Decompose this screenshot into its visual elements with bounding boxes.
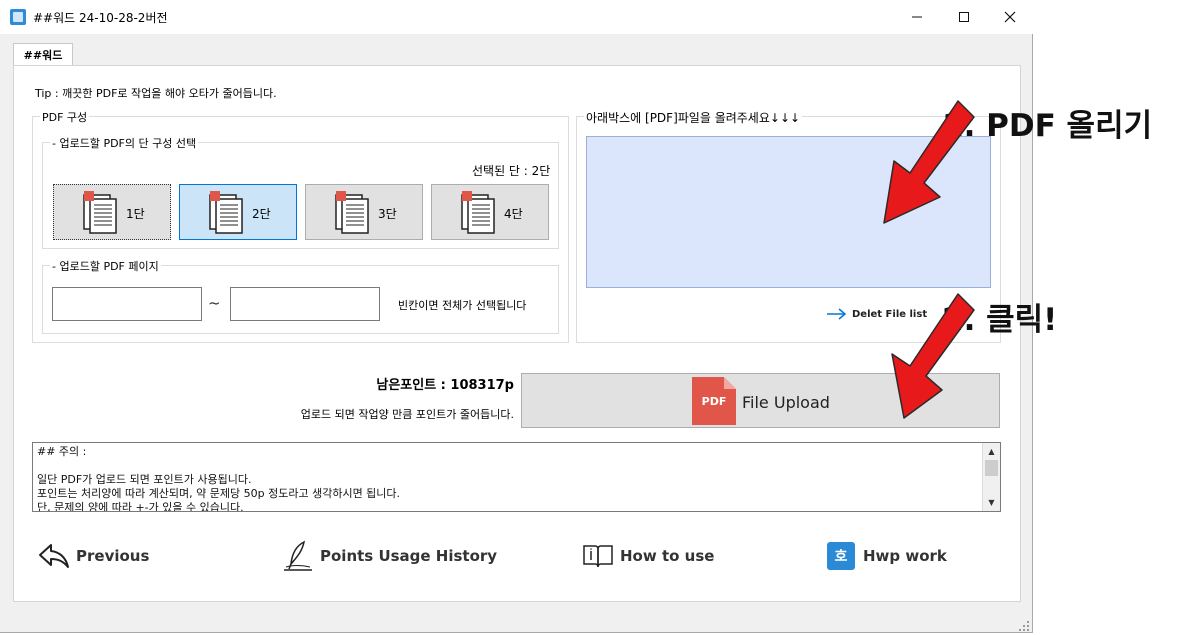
columns-legend: - 업로드할 PDF의 단 구성 선택 bbox=[50, 135, 199, 151]
points-note: 업로드 되면 작업양 만큼 포인트가 줄어듭니다. bbox=[300, 408, 514, 421]
column-2-button[interactable]: 2단 bbox=[179, 184, 297, 240]
document-icon bbox=[335, 191, 369, 234]
file-upload-label: File Upload bbox=[742, 393, 830, 412]
how-to-use-label: How to use bbox=[620, 547, 715, 565]
maximize-icon bbox=[959, 12, 969, 22]
reply-arrow-icon bbox=[39, 544, 69, 568]
title-bar: ##워드 24-10-28-2버전 bbox=[0, 0, 1033, 34]
pdf-badge-label: PDF bbox=[701, 395, 727, 408]
notes-text: ## 주의 : 일단 PDF가 업로드 되면 포인트가 사용됩니다. 포인트는 … bbox=[37, 445, 401, 512]
scroll-thumb[interactable] bbox=[985, 460, 998, 476]
remaining-points: 남은포인트 : 108317p bbox=[376, 378, 514, 393]
selected-columns-label: 선택된 단 : 2단 bbox=[472, 164, 551, 178]
minimize-button[interactable] bbox=[894, 0, 940, 34]
close-button[interactable] bbox=[987, 0, 1033, 34]
column-2-label: 2단 bbox=[252, 207, 271, 221]
page-from-input[interactable] bbox=[52, 287, 202, 321]
red-arrow-icon-upload bbox=[883, 100, 975, 224]
page-range-separator: ~ bbox=[208, 294, 221, 312]
close-icon bbox=[1004, 11, 1016, 23]
page-to-input[interactable] bbox=[230, 287, 380, 321]
arrow-right-icon bbox=[827, 308, 847, 320]
scroll-up-icon[interactable]: ▲ bbox=[983, 443, 1000, 460]
page-range-hint: 빈칸이면 전체가 선택됩니다 bbox=[398, 299, 527, 312]
column-3-button[interactable]: 3단 bbox=[305, 184, 423, 240]
quill-pen-icon bbox=[284, 540, 312, 571]
column-3-label: 3단 bbox=[378, 207, 397, 221]
tab-main[interactable]: ##워드 bbox=[13, 43, 73, 66]
hwp-work-button[interactable]: 호 Hwp work bbox=[827, 538, 947, 574]
pdf-config-legend: PDF 구성 bbox=[40, 109, 90, 125]
notes-scrollbar[interactable]: ▲ ▼ bbox=[982, 443, 1000, 511]
points-usage-history-button[interactable]: Points Usage History bbox=[282, 538, 497, 574]
column-1-button[interactable]: 1단 bbox=[53, 184, 171, 240]
column-4-label: 4단 bbox=[504, 207, 523, 221]
hwp-icon: 호 bbox=[827, 542, 855, 570]
tip-text: Tip : 깨끗한 PDF로 작업을 해야 오타가 줄어듭니다. bbox=[35, 87, 277, 100]
book-icon bbox=[583, 545, 613, 568]
notes-textarea[interactable]: ## 주의 : 일단 PDF가 업로드 되면 포인트가 사용됩니다. 포인트는 … bbox=[32, 442, 1001, 512]
resize-grip-icon[interactable] bbox=[1018, 620, 1030, 632]
scroll-down-icon[interactable]: ▼ bbox=[983, 494, 1000, 511]
previous-label: Previous bbox=[76, 547, 150, 565]
app-icon bbox=[10, 9, 26, 25]
maximize-button[interactable] bbox=[941, 0, 987, 34]
previous-button[interactable]: Previous bbox=[38, 538, 149, 574]
column-4-button[interactable]: 4단 bbox=[431, 184, 549, 240]
pages-legend: - 업로드할 PDF 페이지 bbox=[50, 258, 161, 274]
hwp-work-label: Hwp work bbox=[863, 547, 947, 565]
document-icon bbox=[209, 191, 243, 234]
how-to-use-button[interactable]: How to use bbox=[582, 538, 714, 574]
minimize-icon bbox=[912, 16, 922, 18]
document-icon bbox=[83, 191, 117, 234]
window-title: ##워드 24-10-28-2버전 bbox=[33, 11, 168, 25]
red-arrow-icon-click bbox=[891, 293, 975, 419]
upload-area-legend: 아래박스에 [PDF]파일을 올려주세요↓↓↓ bbox=[584, 109, 803, 126]
document-icon bbox=[461, 191, 495, 234]
points-usage-history-label: Points Usage History bbox=[320, 547, 498, 565]
column-1-label: 1단 bbox=[126, 207, 145, 221]
